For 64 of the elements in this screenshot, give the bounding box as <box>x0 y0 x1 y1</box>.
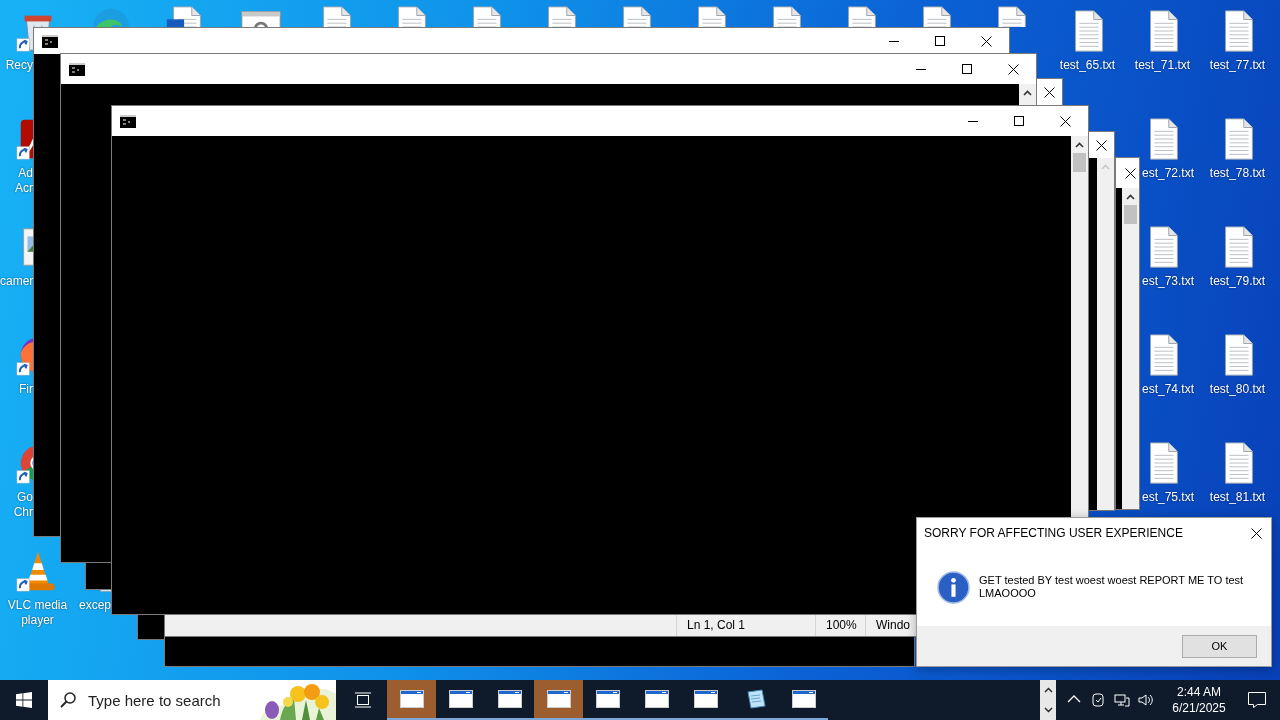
network-icon[interactable] <box>1113 691 1131 709</box>
close-icon[interactable] <box>1043 86 1055 98</box>
close-icon[interactable] <box>1124 167 1136 179</box>
icon-label: Ad Acr <box>14 166 33 196</box>
scrollbar-thumb[interactable] <box>1073 153 1086 172</box>
search-field[interactable]: Type here to search <box>88 689 240 711</box>
scroll-buttons[interactable] <box>1040 680 1056 720</box>
info-icon <box>937 570 970 604</box>
volume-icon[interactable] <box>1137 691 1155 709</box>
console-icon <box>69 62 85 76</box>
window-icon <box>546 690 571 708</box>
ok-button[interactable]: OK <box>1182 634 1257 658</box>
dialog-message: GET tested BY test woest woest REPORT ME TO test LMAOOOO <box>979 574 1245 600</box>
search-icon <box>60 692 76 708</box>
minimize-icon[interactable] <box>889 40 899 42</box>
four-panes-icon[interactable] <box>16 692 32 708</box>
clock-time[interactable]: 2:44 AM <box>1164 684 1234 700</box>
window-icon <box>595 690 620 708</box>
close-icon[interactable] <box>980 35 992 47</box>
icon-label: camer <box>0 274 33 289</box>
task-view-icon[interactable] <box>354 692 372 708</box>
close-icon[interactable] <box>1250 527 1262 539</box>
icon-label: est_73.txt <box>1142 274 1196 289</box>
window-icon <box>693 690 718 708</box>
window-icon <box>399 690 424 708</box>
vertical-scrollbar[interactable] <box>1097 158 1114 510</box>
dialog-title: SORRY FOR AFFECTING USER EXPERIENCE <box>924 526 1184 540</box>
clock-date[interactable]: 6/21/2025 <box>1164 700 1234 716</box>
close-icon[interactable] <box>1007 63 1019 75</box>
maximize-icon[interactable] <box>1014 116 1024 126</box>
console-icon <box>42 34 58 48</box>
minimize-icon[interactable] <box>968 120 978 122</box>
icon-label: Go Chr <box>12 490 33 520</box>
icon-label: est_74.txt <box>1142 382 1196 397</box>
icon-label: excep <box>77 598 111 613</box>
icon-label: VLC media player <box>6 598 69 628</box>
icon-label: test_77.txt <box>1208 58 1267 73</box>
window-icon <box>448 690 473 708</box>
icon-label: est_72.txt <box>1142 166 1196 181</box>
close-icon[interactable] <box>1059 115 1071 127</box>
icon-label: test_80.txt <box>1208 382 1267 397</box>
maximize-icon[interactable] <box>962 64 972 74</box>
notification-icon[interactable] <box>1247 691 1267 709</box>
maximize-icon[interactable] <box>935 36 945 46</box>
icon-label: est_75.txt <box>1142 490 1196 505</box>
icon-label: test_81.txt <box>1208 490 1267 505</box>
scrollbar-thumb[interactable] <box>1124 205 1137 224</box>
minimize-icon[interactable] <box>916 68 926 70</box>
caret-up-icon[interactable] <box>1043 687 1053 693</box>
icon-label: Recy <box>4 58 33 73</box>
window-icon <box>791 690 816 708</box>
close-icon[interactable] <box>1095 139 1107 151</box>
window-icon <box>497 690 522 708</box>
vertical-scrollbar[interactable] <box>1122 188 1139 509</box>
icon-label: Fir <box>18 382 33 397</box>
icon-label: test_78.txt <box>1208 166 1267 181</box>
console-icon <box>120 114 136 128</box>
caret-down-icon[interactable] <box>1043 707 1053 713</box>
search-bar[interactable]: Type here to search <box>48 680 336 720</box>
icon-label: test_71.txt <box>1133 58 1192 73</box>
security-icon[interactable] <box>1089 691 1107 709</box>
icon-label: test_79.txt <box>1208 274 1267 289</box>
window-icon <box>644 690 669 708</box>
icon-label: test_65.txt <box>1058 58 1117 73</box>
